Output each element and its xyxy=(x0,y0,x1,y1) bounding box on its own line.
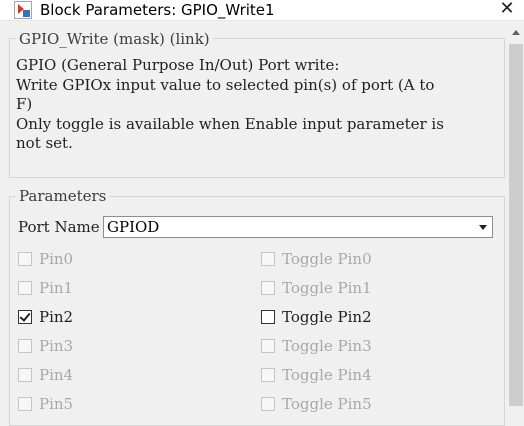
toggle-pin1-label: Toggle Pin1 xyxy=(282,279,372,297)
toggle-pin3-checkbox xyxy=(261,339,275,353)
description-line: Write GPIOx input value to selected pin(… xyxy=(16,75,435,94)
port-name-label: Port Name xyxy=(18,218,100,236)
toggle-pin2-checkbox[interactable] xyxy=(261,310,275,324)
pin5-label: Pin5 xyxy=(39,395,74,413)
toggle-pin3-label: Toggle Pin3 xyxy=(282,337,372,355)
pin0-label: Pin0 xyxy=(39,250,74,268)
pin2-label[interactable]: Pin2 xyxy=(39,308,73,326)
pin4-label: Pin4 xyxy=(39,366,74,384)
simulink-block-icon xyxy=(14,1,32,19)
toggle-pin4-checkbox xyxy=(261,368,275,382)
scroll-up-arrow-icon[interactable] xyxy=(512,30,520,35)
pin3-label: Pin3 xyxy=(39,337,74,355)
port-name-value: GPIOD xyxy=(107,218,160,236)
chevron-down-icon[interactable] xyxy=(479,225,487,230)
window-title: Block Parameters: GPIO_Write1 xyxy=(40,1,275,19)
vertical-scrollbar[interactable] xyxy=(508,26,524,406)
toggle-pin0-label: Toggle Pin0 xyxy=(282,250,372,268)
port-name-select[interactable]: GPIOD xyxy=(103,216,493,238)
pin3-checkbox xyxy=(18,339,32,353)
description-line: Only toggle is available when Enable inp… xyxy=(16,114,444,133)
pin2-checkbox[interactable] xyxy=(18,310,32,324)
title-bar: Block Parameters: GPIO_Write1 ✕ xyxy=(0,0,524,21)
pin4-checkbox xyxy=(18,368,32,382)
toggle-pin4-label: Toggle Pin4 xyxy=(282,366,372,384)
pin1-checkbox xyxy=(18,281,32,295)
checkmark-icon xyxy=(19,310,31,322)
description-legend: GPIO_Write (mask) (link) xyxy=(16,30,213,48)
description-line: not set. xyxy=(16,134,73,152)
toggle-pin1-checkbox xyxy=(261,281,275,295)
pin5-checkbox xyxy=(18,397,32,411)
toggle-pin0-checkbox xyxy=(261,252,275,266)
description-text: GPIO (General Purpose In/Out) Port write… xyxy=(16,56,502,154)
toggle-pin5-label: Toggle Pin5 xyxy=(282,395,372,413)
description-line: F) xyxy=(16,95,33,113)
toggle-pin5-checkbox xyxy=(261,397,275,411)
parameters-legend: Parameters xyxy=(16,187,110,205)
close-button[interactable]: ✕ xyxy=(494,0,520,20)
toggle-pin2-label[interactable]: Toggle Pin2 xyxy=(282,308,372,326)
pin0-checkbox xyxy=(18,252,32,266)
scrollbar-thumb[interactable] xyxy=(509,44,523,406)
pin1-label: Pin1 xyxy=(39,279,74,297)
description-line: GPIO (General Purpose In/Out) Port write… xyxy=(16,56,340,74)
